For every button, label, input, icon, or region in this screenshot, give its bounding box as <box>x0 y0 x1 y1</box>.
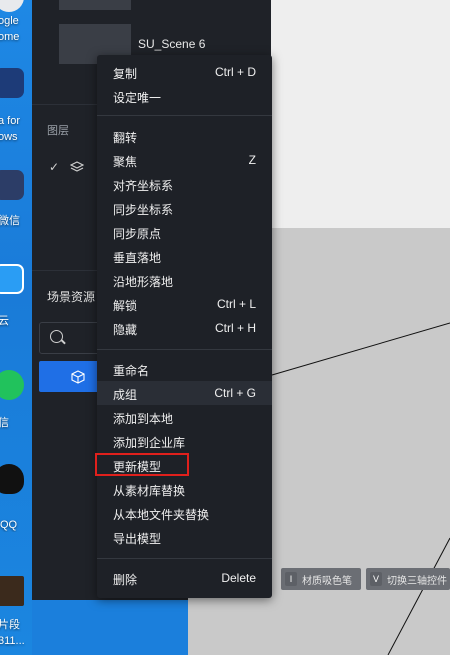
menu-item-vertical-drop[interactable]: 垂直落地 <box>97 244 272 268</box>
menu-item-label: 解锁 <box>113 299 138 313</box>
desktop: ogle ome a for ows 微信 云 信 QQ 片段 311... <box>0 0 32 655</box>
cube-icon <box>71 370 85 384</box>
desktop-icon-label: 311... <box>0 635 25 647</box>
desktop-background <box>32 600 188 655</box>
desktop-icon-label: ows <box>0 131 18 143</box>
menu-item-terrain-drop[interactable]: 沿地形落地 <box>97 268 272 292</box>
menu-item-group[interactable]: 成组 Ctrl + G <box>97 381 272 405</box>
chrome-icon <box>0 0 24 12</box>
menu-item-delete[interactable]: 删除 Delete <box>97 566 272 590</box>
menu-item-label: 从素材库替换 <box>113 484 186 498</box>
menu-item-label: 成组 <box>113 388 138 402</box>
menu-item-align-coordinates[interactable]: 对齐坐标系 <box>97 172 272 196</box>
desktop-icon-label: ogle <box>0 15 19 27</box>
hint-key: I <box>285 572 297 586</box>
menu-item-make-unique[interactable]: 设定唯一 <box>97 84 272 108</box>
context-menu: 复制 Ctrl + D 设定唯一 翻转 聚焦 Z 对齐坐标系 同步坐标系 同步原… <box>97 55 272 598</box>
menu-item-export-model[interactable]: 导出模型 <box>97 525 272 549</box>
menu-item-label: 对齐坐标系 <box>113 179 174 193</box>
scene-name[interactable]: SU_Scene 6 <box>138 37 205 51</box>
menu-item-label: 删除 <box>113 573 138 587</box>
menu-item-label: 翻转 <box>113 131 138 145</box>
menu-item-shortcut: Ctrl + H <box>214 321 256 335</box>
qq-penguin-icon <box>0 464 24 494</box>
menu-item-add-to-local[interactable]: 添加到本地 <box>97 405 272 429</box>
desktop-icon-label: 信 <box>0 417 9 429</box>
menu-item-copy[interactable]: 复制 Ctrl + D <box>97 60 272 84</box>
menu-item-label: 从本地文件夹替换 <box>113 508 210 522</box>
menu-item-replace-from-library[interactable]: 从素材库替换 <box>97 477 272 501</box>
menu-item-sync-origin[interactable]: 同步原点 <box>97 220 272 244</box>
desktop-icon-label: 片段 <box>0 619 20 631</box>
app-icon <box>0 170 24 200</box>
menu-item-shortcut: Ctrl + D <box>214 65 256 79</box>
video-file-icon <box>0 576 24 606</box>
hint-eyedropper: I 材质吸色笔 <box>285 570 352 588</box>
desktop-icon-label: QQ <box>0 519 18 531</box>
menu-item-add-to-enterprise[interactable]: 添加到企业库 <box>97 429 272 453</box>
menu-item-label: 复制 <box>113 67 138 81</box>
menu-item-label: 导出模型 <box>113 532 162 546</box>
menu-item-label: 垂直落地 <box>113 251 162 265</box>
menu-item-shortcut: Z <box>248 153 256 167</box>
menu-item-label: 添加到企业库 <box>113 436 186 450</box>
search-icon <box>50 330 63 343</box>
menu-item-replace-from-folder[interactable]: 从本地文件夹替换 <box>97 501 272 525</box>
menu-item-unlock[interactable]: 解锁 Ctrl + L <box>97 292 272 316</box>
menu-item-label: 同步原点 <box>113 227 162 241</box>
menu-item-label: 重命名 <box>113 364 150 378</box>
scene-thumbnail[interactable] <box>59 0 131 10</box>
menu-separator <box>97 115 272 116</box>
menu-item-shortcut: Delete <box>221 571 256 585</box>
menu-separator <box>97 558 272 559</box>
menu-item-label: 聚焦 <box>113 155 138 169</box>
check-icon[interactable]: ✓ <box>49 160 59 174</box>
desktop-icon-label: ome <box>0 31 20 43</box>
menu-item-hide[interactable]: 隐藏 Ctrl + H <box>97 316 272 340</box>
menu-item-label: 同步坐标系 <box>113 203 174 217</box>
wechat-icon <box>0 370 24 400</box>
menu-item-rename[interactable]: 重命名 <box>97 357 272 381</box>
menu-item-flip[interactable]: 翻转 <box>97 124 272 148</box>
menu-item-label: 沿地形落地 <box>113 275 174 289</box>
menu-item-shortcut: Ctrl + G <box>214 386 256 400</box>
assets-label[interactable]: 场景资源 <box>47 288 95 305</box>
menu-item-sync-coordinates[interactable]: 同步坐标系 <box>97 196 272 220</box>
app-icon <box>0 68 24 98</box>
desktop-icon-label: a for <box>0 115 21 127</box>
hint-gizmo: V 切换三轴控件 <box>370 570 447 588</box>
menu-item-label: 设定唯一 <box>113 91 162 105</box>
viewport-background <box>271 0 450 228</box>
menu-separator <box>97 349 272 350</box>
menu-item-label: 添加到本地 <box>113 412 174 426</box>
menu-item-shortcut: Ctrl + L <box>216 297 256 311</box>
menu-item-label: 隐藏 <box>113 323 138 337</box>
cloud-icon <box>0 264 24 294</box>
desktop-icon-label: 云 <box>0 315 9 327</box>
menu-item-focus[interactable]: 聚焦 Z <box>97 148 272 172</box>
hint-label: 切换三轴控件 <box>387 575 447 587</box>
highlight-annotation-box <box>95 453 189 476</box>
hint-label: 材质吸色笔 <box>302 575 352 587</box>
layers-icon <box>70 161 84 172</box>
layers-label: 图层 <box>47 125 69 137</box>
desktop-icon-label: 微信 <box>0 215 20 227</box>
hint-key: V <box>370 572 382 586</box>
